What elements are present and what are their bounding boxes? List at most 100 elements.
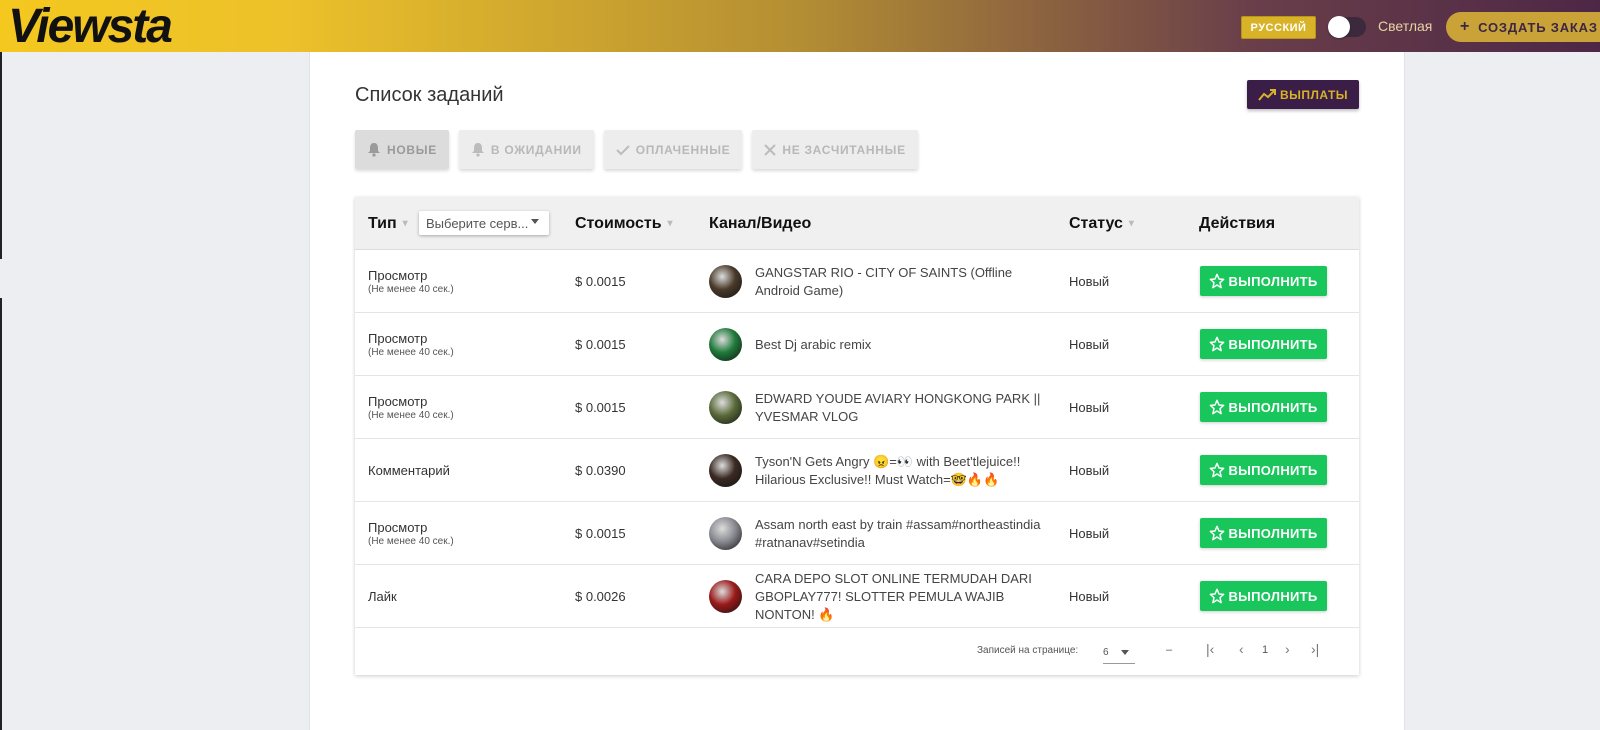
- last-page-icon[interactable]: ›|: [1311, 641, 1319, 657]
- payouts-label: ВЫПЛАТЫ: [1279, 87, 1349, 102]
- video-title[interactable]: Assam north east by train #assam#northea…: [755, 502, 1055, 565]
- status-cell: Новый: [1069, 250, 1109, 313]
- type-cell: Лайк: [368, 565, 397, 628]
- plus-icon: +: [1460, 18, 1471, 35]
- cost-cell: $ 0.0015: [575, 376, 626, 439]
- type-sub-label: (Не менее 40 сек.): [368, 536, 454, 547]
- status-cell: Новый: [1069, 439, 1109, 502]
- type-sub-label: (Не менее 40 сек.): [368, 347, 454, 358]
- filter-rejected-label: НЕ ЗАСЧИТАННЫЕ: [782, 142, 906, 157]
- close-icon: [764, 143, 777, 156]
- header-actions-label: Действия: [1199, 214, 1276, 232]
- channel-avatar[interactable]: [709, 454, 742, 487]
- payouts-button[interactable]: ВЫПЛАТЫ: [1247, 80, 1359, 109]
- header-type[interactable]: Тип ▾: [368, 197, 408, 250]
- header-status[interactable]: Статус ▾: [1069, 197, 1134, 250]
- type-sub-label: (Не менее 40 сек.): [368, 284, 454, 295]
- execute-label: ВЫПОЛНИТЬ: [1228, 336, 1318, 352]
- rows-per-page-value: 6: [1103, 647, 1109, 658]
- trending-up-icon: [1258, 88, 1276, 101]
- logo[interactable]: Viewsta: [8, 0, 173, 53]
- filter-pending-label: В ОЖИДАНИИ: [490, 142, 582, 157]
- channel-avatar[interactable]: [709, 580, 742, 613]
- filter-pending[interactable]: В ОЖИДАНИИ: [458, 130, 594, 169]
- cost-cell: $ 0.0026: [575, 565, 626, 628]
- star-icon: [1210, 399, 1225, 415]
- cost-value: $ 0.0015: [575, 526, 626, 541]
- channel-avatar[interactable]: [709, 328, 742, 361]
- sort-arrow-icon: ▾: [402, 218, 408, 229]
- status-value: Новый: [1069, 589, 1110, 604]
- table-row: Лайк $ 0.0026 CARA DEPO SLOT ONLINE TERM…: [355, 565, 1359, 628]
- execute-button[interactable]: ВЫПОЛНИТЬ: [1200, 581, 1327, 611]
- table-row: Комментарий $ 0.0390 Tyson'N Gets Angry …: [355, 439, 1359, 502]
- language-button[interactable]: РУССКИЙ: [1241, 16, 1316, 39]
- top-bar: Viewsta РУССКИЙ Светлая + СОЗДАТЬ ЗАКАЗ: [0, 0, 1600, 53]
- next-page-icon[interactable]: ›: [1285, 641, 1290, 657]
- type-label: Просмотр: [368, 520, 428, 535]
- filter-paid[interactable]: ОПЛАЧЕННЫЕ: [603, 130, 743, 169]
- header-type-label: Тип: [368, 214, 397, 232]
- table-header: Тип ▾ Выберите серв... Стоимость ▾ Канал…: [355, 197, 1359, 250]
- table-row: Просмотр (Не менее 40 сек.) $ 0.0015 Ass…: [355, 502, 1359, 565]
- status-value: Новый: [1069, 400, 1110, 415]
- type-sub-label: (Не менее 40 сек.): [368, 410, 454, 421]
- type-cell: Просмотр (Не менее 40 сек.): [368, 313, 454, 376]
- star-icon: [1210, 525, 1225, 541]
- type-cell: Комментарий: [368, 439, 450, 502]
- rows-per-page-select[interactable]: 6: [1103, 642, 1135, 664]
- main-panel: Список заданий ВЫПЛАТЫ НОВЫЕ В ОЖИДАНИИ …: [309, 52, 1405, 730]
- check-icon: [615, 144, 630, 155]
- execute-label: ВЫПОЛНИТЬ: [1228, 462, 1318, 478]
- channel-avatar[interactable]: [709, 391, 742, 424]
- star-icon: [1210, 336, 1225, 352]
- filter-rejected[interactable]: НЕ ЗАСЧИТАННЫЕ: [752, 130, 918, 169]
- caret-down-icon: [1120, 650, 1129, 655]
- left-divider: [0, 52, 2, 259]
- channel-avatar[interactable]: [709, 265, 742, 298]
- execute-button[interactable]: ВЫПОЛНИТЬ: [1200, 455, 1327, 485]
- video-title[interactable]: EDWARD YOUDE AVIARY HONGKONG PARK || YVE…: [755, 376, 1055, 439]
- channel-avatar[interactable]: [709, 517, 742, 550]
- prev-page-icon[interactable]: ‹: [1239, 641, 1244, 657]
- star-icon: [1210, 588, 1225, 604]
- status-cell: Новый: [1069, 565, 1109, 628]
- create-order-button[interactable]: + СОЗДАТЬ ЗАКАЗ: [1446, 12, 1600, 42]
- status-cell: Новый: [1069, 313, 1109, 376]
- theme-label: Светлая: [1378, 18, 1433, 34]
- cost-cell: $ 0.0015: [575, 250, 626, 313]
- execute-label: ВЫПОЛНИТЬ: [1228, 273, 1318, 289]
- execute-label: ВЫПОЛНИТЬ: [1228, 399, 1318, 415]
- video-title[interactable]: Tyson'N Gets Angry 😠=👀 with Beet'tlejuic…: [755, 439, 1055, 502]
- star-icon: [1210, 462, 1225, 478]
- video-title-text: Tyson'N Gets Angry 😠=👀 with Beet'tlejuic…: [755, 453, 1021, 487]
- tasks-table: Тип ▾ Выберите серв... Стоимость ▾ Канал…: [355, 197, 1359, 675]
- video-title[interactable]: CARA DEPO SLOT ONLINE TERMUDAH DARI GBOP…: [755, 565, 1055, 628]
- table-row: Просмотр (Не менее 40 сек.) $ 0.0015 EDW…: [355, 376, 1359, 439]
- execute-button[interactable]: ВЫПОЛНИТЬ: [1200, 392, 1327, 422]
- header-cost[interactable]: Стоимость ▾: [575, 197, 673, 250]
- execute-button[interactable]: ВЫПОЛНИТЬ: [1200, 518, 1327, 548]
- star-icon: [1210, 273, 1225, 289]
- table-footer: Записей на странице: 6 – |‹ ‹ 1 › ›|: [355, 628, 1359, 675]
- execute-button[interactable]: ВЫПОЛНИТЬ: [1200, 266, 1327, 296]
- filter-tabs: НОВЫЕ В ОЖИДАНИИ ОПЛАЧЕННЫЕ НЕ ЗАСЧИТАНН…: [355, 130, 918, 169]
- video-title-text: GANGSTAR RIO - CITY OF SAINTS (Offline A…: [755, 264, 1013, 298]
- create-order-label: СОЗДАТЬ ЗАКАЗ: [1478, 19, 1598, 35]
- type-label: Комментарий: [368, 463, 450, 478]
- filter-new[interactable]: НОВЫЕ: [355, 130, 449, 169]
- execute-button[interactable]: ВЫПОЛНИТЬ: [1200, 329, 1327, 359]
- type-cell: Просмотр (Не менее 40 сек.): [368, 376, 454, 439]
- video-title[interactable]: Best Dj arabic remix: [755, 313, 1055, 376]
- service-select[interactable]: Выберите серв...: [419, 211, 549, 235]
- first-page-icon[interactable]: |‹: [1206, 641, 1214, 657]
- current-page: 1: [1262, 644, 1269, 656]
- sort-arrow-icon: ▾: [1128, 218, 1134, 229]
- cost-cell: $ 0.0390: [575, 439, 626, 502]
- video-title[interactable]: GANGSTAR RIO - CITY OF SAINTS (Offline A…: [755, 250, 1055, 313]
- cost-cell: $ 0.0015: [575, 313, 626, 376]
- video-title-text: CARA DEPO SLOT ONLINE TERMUDAH DARI GBOP…: [755, 570, 1032, 622]
- type-label: Лайк: [368, 589, 397, 604]
- theme-toggle[interactable]: [1328, 16, 1366, 38]
- toggle-knob: [1328, 16, 1350, 38]
